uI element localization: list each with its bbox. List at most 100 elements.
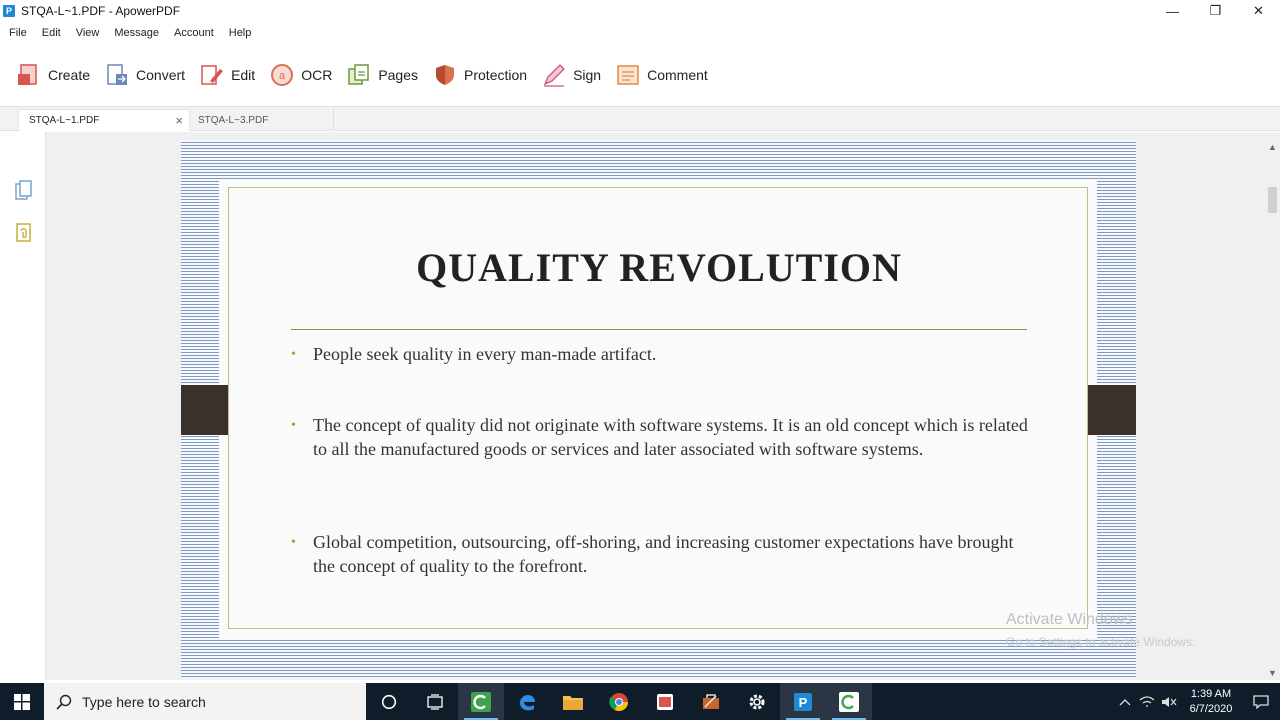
- chrome-icon: [609, 692, 628, 711]
- tab-stqa-l3[interactable]: STQA-L~3.PDF: [188, 109, 334, 131]
- bullet-text: The concept of quality did not originate…: [313, 415, 1028, 459]
- sign-icon: [543, 64, 565, 87]
- bullet-text: Global competition, outsourcing, off-sho…: [313, 532, 1014, 576]
- create-button[interactable]: Create: [16, 62, 90, 88]
- toolbox-icon: [703, 693, 719, 709]
- taskbar-file-explorer[interactable]: [550, 683, 596, 720]
- network-icon[interactable]: [1136, 683, 1158, 720]
- menu-edit[interactable]: Edit: [42, 27, 61, 39]
- clock-time: 1:39 AM: [1190, 687, 1232, 700]
- convert-icon: [107, 64, 128, 85]
- menu-view[interactable]: View: [76, 27, 100, 39]
- svg-text:P: P: [799, 695, 808, 710]
- attachments-icon[interactable]: [14, 222, 34, 244]
- taskbar-app-tool[interactable]: [688, 683, 734, 720]
- scroll-thumb[interactable]: [1268, 187, 1277, 213]
- tab-label: STQA-L~3.PDF: [198, 114, 269, 126]
- taskbar-camtasia-recorder[interactable]: [826, 683, 872, 720]
- bullet-item: • The concept of quality did not origina…: [291, 414, 1031, 461]
- bullet-text: People seek quality in every man-made ar…: [313, 344, 657, 364]
- system-tray: 1:39 AM 6/7/2020: [1114, 683, 1280, 720]
- task-view-button[interactable]: [412, 683, 458, 720]
- taskbar-office[interactable]: [642, 683, 688, 720]
- tab-stqa-l1[interactable]: STQA-L~1.PDF ×: [18, 109, 190, 131]
- taskbar-camtasia[interactable]: [458, 683, 504, 720]
- pages-label: Pages: [378, 67, 419, 83]
- comment-label: Comment: [647, 67, 708, 83]
- thumbnails-icon[interactable]: [14, 180, 34, 202]
- scroll-up-icon[interactable]: ▲: [1267, 142, 1278, 154]
- comment-icon: [617, 65, 639, 85]
- bullet-icon: •: [291, 535, 296, 550]
- tab-close-icon[interactable]: ×: [175, 113, 183, 128]
- window-title: STQA-L~1.PDF - ApowerPDF: [21, 4, 181, 18]
- cortana-button[interactable]: [366, 683, 412, 720]
- ocr-icon: a: [271, 64, 294, 86]
- activate-windows-watermark: Activate Windows: [1006, 611, 1133, 628]
- windows-taskbar: Type here to search P 1:39 AM 6/7/2020: [0, 683, 1280, 720]
- minimize-button[interactable]: —: [1151, 0, 1194, 22]
- sign-label: Sign: [573, 67, 602, 83]
- task-view-icon: [427, 693, 443, 710]
- protection-button[interactable]: Protection: [432, 62, 527, 88]
- create-label: Create: [48, 67, 91, 83]
- taskbar-settings[interactable]: [734, 683, 780, 720]
- maximize-button[interactable]: ❐: [1194, 0, 1237, 22]
- menu-bar: File Edit View Message Account Help: [0, 24, 266, 42]
- protection-label: Protection: [464, 67, 528, 83]
- chevron-up-icon[interactable]: [1114, 683, 1136, 720]
- folder-icon: [563, 695, 583, 710]
- taskbar-search-box[interactable]: Type here to search: [44, 683, 366, 720]
- start-button[interactable]: [0, 683, 44, 720]
- slide-frame: QUALITY REVOLUTION • People seek quality…: [228, 187, 1088, 629]
- ocr-label: OCR: [301, 67, 333, 83]
- bullet-item: • People seek quality in every man-made …: [291, 343, 1031, 367]
- search-icon: [56, 694, 72, 710]
- title-bar: P STQA-L~1.PDF - ApowerPDF — ❐ ✕: [0, 0, 1280, 22]
- edit-label: Edit: [231, 67, 256, 83]
- windows-logo-icon: [14, 693, 30, 710]
- edit-button[interactable]: Edit: [199, 62, 255, 88]
- window-controls: — ❐ ✕: [1151, 0, 1280, 22]
- title-divider: [291, 329, 1027, 330]
- clock-date: 6/7/2020: [1189, 702, 1233, 715]
- pages-button[interactable]: Pages: [346, 62, 418, 88]
- document-tab-bar: STQA-L~1.PDF × STQA-L~3.PDF: [0, 106, 1280, 131]
- menu-file[interactable]: File: [9, 27, 27, 39]
- taskbar-edge[interactable]: [504, 683, 550, 720]
- create-icon: [18, 64, 37, 85]
- comment-button[interactable]: Comment: [615, 62, 708, 88]
- menu-help[interactable]: Help: [229, 27, 252, 39]
- notifications-button[interactable]: [1242, 683, 1280, 720]
- vertical-scrollbar[interactable]: ▲ ▼: [1265, 132, 1280, 680]
- svg-text:a: a: [279, 70, 286, 82]
- bullet-icon: •: [291, 347, 296, 362]
- taskbar-clock[interactable]: 1:39 AM 6/7/2020: [1180, 687, 1242, 717]
- camtasia-recorder-icon: [839, 691, 859, 712]
- taskbar-apowerpdf[interactable]: P: [780, 683, 826, 720]
- sign-button[interactable]: Sign: [541, 62, 601, 88]
- cortana-icon: [381, 694, 397, 709]
- apowerpdf-logo-icon: P: [3, 5, 15, 17]
- main-toolbar: Create Convert Edit a OCR Pages Protecti…: [0, 52, 722, 98]
- ocr-button[interactable]: a OCR: [269, 62, 332, 88]
- convert-button[interactable]: Convert: [104, 62, 185, 88]
- notification-icon: [1253, 694, 1269, 709]
- taskbar-chrome[interactable]: [596, 683, 642, 720]
- camtasia-icon: [471, 691, 491, 712]
- menu-account[interactable]: Account: [174, 27, 214, 39]
- menu-message[interactable]: Message: [114, 27, 159, 39]
- edit-icon: [201, 65, 224, 85]
- shield-icon: [436, 65, 455, 85]
- tab-label: STQA-L~1.PDF: [29, 115, 100, 126]
- document-viewer[interactable]: QUALITY REVOLUTION • People seek quality…: [46, 132, 1265, 680]
- edge-icon: [520, 694, 535, 710]
- close-button[interactable]: ✕: [1237, 0, 1280, 22]
- bullet-item: • Global competition, outsourcing, off-s…: [291, 531, 1031, 578]
- office-icon: [657, 693, 673, 710]
- bullet-icon: •: [291, 418, 296, 433]
- pdf-page: QUALITY REVOLUTION • People seek quality…: [181, 140, 1136, 678]
- scroll-down-icon[interactable]: ▼: [1267, 668, 1278, 680]
- pages-icon: [348, 64, 370, 85]
- volume-muted-icon[interactable]: [1158, 683, 1180, 720]
